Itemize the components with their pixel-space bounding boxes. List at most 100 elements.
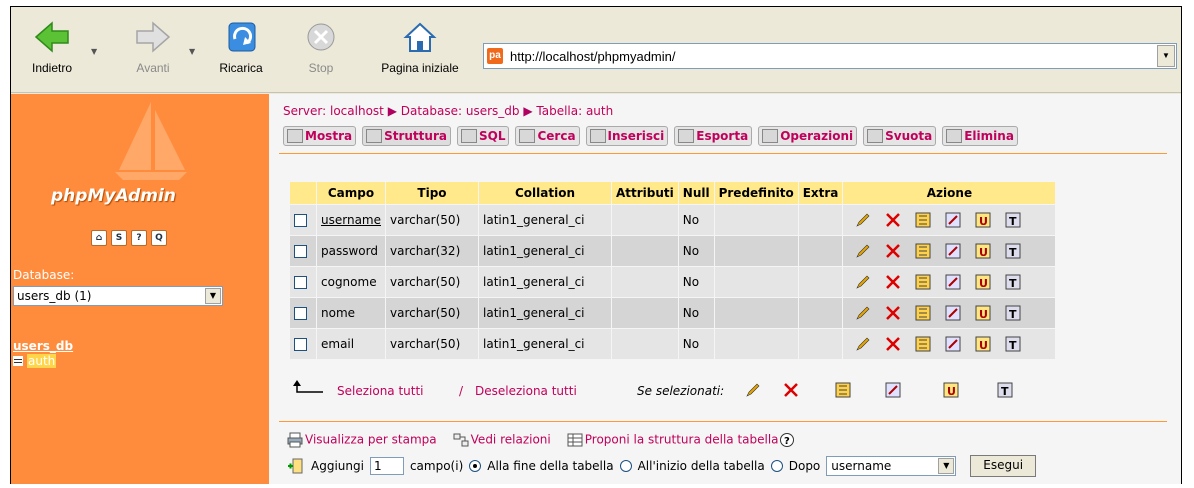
tab-svuota[interactable]: Svuota [863, 126, 937, 146]
row-checkbox-cell [290, 267, 316, 297]
index-icon[interactable] [945, 336, 961, 352]
field-count-input[interactable]: 1 [369, 457, 404, 475]
edit-icon[interactable] [855, 274, 870, 290]
table-list-item[interactable]: auth [13, 354, 57, 368]
tab-cerca[interactable]: Cerca [515, 126, 580, 146]
row-checkbox[interactable] [294, 276, 307, 289]
fulltext-icon[interactable]: T [1005, 274, 1021, 290]
address-dropdown-icon[interactable]: ▼ [1157, 45, 1175, 67]
forward-dropdown-icon[interactable]: ▼ [189, 47, 195, 56]
after-field-select[interactable]: username ▼ [826, 456, 957, 476]
edit-icon[interactable] [855, 212, 870, 228]
forward-button[interactable]: Avanti [125, 19, 181, 75]
azione-cell: UT [843, 298, 1056, 328]
svg-text:T: T [1001, 385, 1009, 398]
database-breadcrumb[interactable]: Database: users_db [401, 104, 520, 118]
delete-icon[interactable] [885, 305, 901, 321]
unique-icon[interactable]: U [975, 336, 991, 352]
index-icon[interactable] [945, 243, 961, 259]
campo-cell[interactable]: nome [317, 298, 385, 328]
campo-cell[interactable]: email [317, 329, 385, 359]
selection-separator: / [459, 384, 464, 398]
database-name-link[interactable]: users_db [13, 339, 73, 353]
bulk-primary-icon[interactable] [835, 382, 851, 401]
table-breadcrumb[interactable]: Tabella: auth [536, 104, 613, 118]
row-checkbox[interactable] [294, 307, 307, 320]
tab-struttura[interactable]: Struttura [362, 126, 451, 146]
tab-mostra[interactable]: Mostra [283, 126, 357, 146]
at-end-radio[interactable] [469, 460, 482, 472]
execute-button[interactable]: Esegui [970, 455, 1037, 477]
bulk-index-icon[interactable] [885, 382, 901, 401]
delete-icon[interactable] [885, 274, 901, 290]
sql-docs-icon[interactable]: Q [151, 230, 167, 246]
collation-cell: latin1_general_ci [479, 267, 611, 297]
index-icon[interactable] [945, 274, 961, 290]
select-all-link[interactable]: Seleziona tutti [337, 384, 424, 398]
campo-cell[interactable]: cognome [317, 267, 385, 297]
refresh-button[interactable]: Ricarica [211, 19, 271, 75]
delete-icon[interactable] [885, 336, 901, 352]
tab-inserisci[interactable]: Inserisci [585, 126, 669, 146]
unique-icon[interactable]: U [975, 243, 991, 259]
row-checkbox[interactable] [294, 245, 307, 258]
sql-query-icon[interactable]: S [111, 230, 127, 246]
help-icon[interactable]: ? [131, 230, 147, 246]
bulk-delete-icon[interactable] [783, 382, 799, 401]
bulk-unique-icon[interactable]: U [943, 382, 959, 401]
database-select[interactable]: users_db (1) ▼ [13, 286, 223, 306]
back-button[interactable]: Indietro [21, 19, 83, 75]
home-icon[interactable]: ⌂ [91, 230, 107, 246]
after-radio[interactable] [770, 460, 783, 472]
delete-icon[interactable] [885, 243, 901, 259]
chevron-down-icon[interactable]: ▼ [205, 288, 221, 304]
fulltext-icon[interactable]: T [1005, 305, 1021, 321]
chevron-down-icon[interactable]: ▼ [938, 458, 955, 474]
tab-sql[interactable]: SQL [456, 126, 510, 146]
primary-key-icon[interactable] [915, 305, 931, 321]
propose-structure-link[interactable]: Proponi la struttura della tabella? [567, 432, 797, 448]
primary-key-icon[interactable] [915, 336, 931, 352]
index-icon[interactable] [945, 305, 961, 321]
campo-cell[interactable]: username [317, 205, 385, 235]
bulk-fulltext-icon[interactable]: T [997, 382, 1013, 401]
server-breadcrumb[interactable]: Server: localhost [283, 104, 384, 118]
search-icon [519, 129, 536, 143]
relations-link[interactable]: Vedi relazioni [453, 432, 551, 448]
primary-key-icon[interactable] [915, 243, 931, 259]
help-icon[interactable]: ? [779, 432, 795, 448]
address-bar[interactable]: pa http://localhost/phpmyadmin/ ▼ [483, 43, 1177, 69]
col-extra: Extra [798, 182, 843, 204]
bulk-edit-icon[interactable] [745, 382, 761, 401]
table-link[interactable]: auth [27, 354, 57, 368]
tab-elimina[interactable]: Elimina [942, 126, 1018, 146]
unique-icon[interactable]: U [975, 305, 991, 321]
at-start-radio[interactable] [619, 460, 632, 472]
stop-button[interactable]: Stop [301, 19, 341, 75]
deselect-all-link[interactable]: Deseleziona tutti [475, 384, 577, 398]
fulltext-icon[interactable]: T [1005, 212, 1021, 228]
fulltext-icon[interactable]: T [1005, 243, 1021, 259]
index-icon[interactable] [945, 212, 961, 228]
edit-icon[interactable] [855, 305, 870, 321]
edit-icon[interactable] [855, 243, 870, 259]
row-checkbox[interactable] [294, 338, 307, 351]
back-dropdown-icon[interactable]: ▼ [91, 47, 97, 56]
unique-icon[interactable]: U [975, 212, 991, 228]
home-button[interactable]: Pagina iniziale [371, 19, 469, 75]
edit-icon[interactable] [855, 336, 870, 352]
print-view-link[interactable]: Visualizza per stampa [287, 432, 437, 448]
azione-cell: UT [843, 205, 1056, 235]
null-cell: No [678, 205, 714, 235]
svg-text:U: U [979, 308, 988, 321]
tab-esporta[interactable]: Esporta [674, 126, 753, 146]
tab-operazioni[interactable]: Operazioni [758, 126, 858, 146]
delete-icon[interactable] [885, 212, 901, 228]
primary-key-icon[interactable] [915, 274, 931, 290]
primary-key-icon[interactable] [915, 212, 931, 228]
row-checkbox[interactable] [294, 214, 307, 227]
unique-icon[interactable]: U [975, 274, 991, 290]
campo-cell[interactable]: password [317, 236, 385, 266]
fulltext-icon[interactable]: T [1005, 336, 1021, 352]
phpmyadmin-logo-text[interactable]: phpMyAdmin [51, 186, 176, 206]
